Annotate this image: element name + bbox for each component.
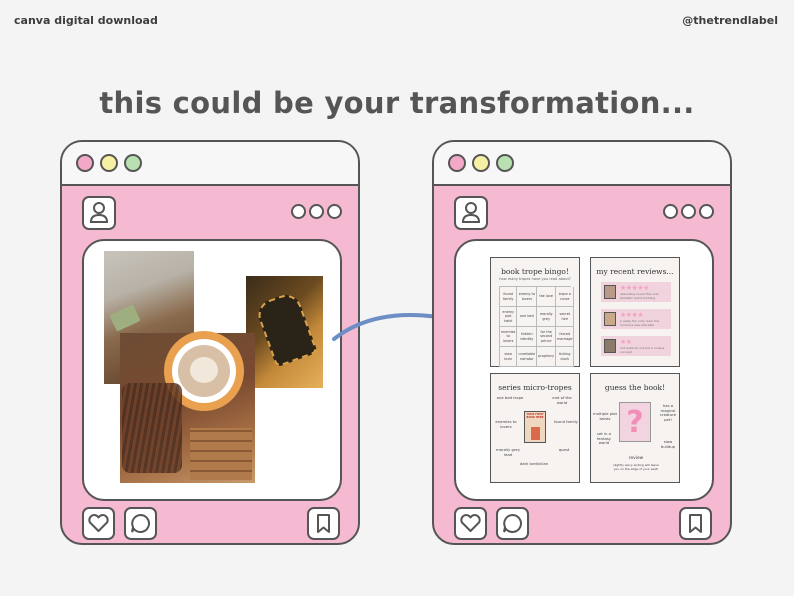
bingo-cell: for the second prince [537,327,557,347]
review-text: slightly spicy ending will leave you on … [613,463,659,471]
after-grid: book trope bingo! how many tropes have y… [454,239,714,501]
bingo-title: book trope bingo! [501,267,569,276]
window-dot-pink[interactable] [76,154,94,172]
question-mark-icon: ? [626,405,644,440]
bingo-cell: enemies to lovers [500,327,518,347]
star-rating: ★★★★ [620,311,644,319]
trope-label: end of the world [552,395,572,405]
bingo-cell: found family [500,287,518,307]
trope-label: found family [554,419,578,424]
bingo-cell: forced marriage [556,327,575,347]
heart-icon[interactable] [454,507,487,540]
more-dots-icon[interactable] [660,204,714,223]
bingo-cell: trope a curse [556,287,575,307]
bingo-cell: fae love [537,287,557,307]
more-dots-icon[interactable] [288,204,342,223]
bookmark-icon[interactable] [679,507,712,540]
trope-label: dark lord/villan [519,461,549,466]
bingo-cell: hidden identity [517,327,538,347]
comment-icon[interactable] [124,507,157,540]
after-window: book trope bingo! how many tropes have y… [432,140,732,545]
latte-crochet-photo [120,331,255,483]
micro-title: series micro-tropes [498,383,572,392]
bingo-subtitle: how many tropes have you read about? [499,277,571,281]
title-bar [62,142,358,186]
window-dot-yellow[interactable] [100,154,118,172]
handle-label: @thetrendlabel [682,14,778,27]
star-rating: ★★ [620,338,632,346]
reviews-card[interactable]: my recent reviews... ★★★★★ absolutely lo… [590,257,680,367]
bingo-cell: slow burn [500,347,518,367]
review-text: not quite for me but a unique concept [620,346,665,354]
book-cover-thumb [604,285,616,299]
micro-tropes-card[interactable]: series micro-tropes one bed trope end of… [490,373,580,483]
book-cover-thumb [604,339,616,353]
headline: this could be your transformation... [99,86,695,120]
book-title-text: YOUR FIRST BOOK HERE [526,413,544,419]
bingo-cell: secret heir [556,307,575,327]
reviews-title: my recent reviews... [596,267,674,276]
review-label: review [628,456,644,461]
boots-photo [246,276,323,388]
canva-download-label: canva digital download [14,14,158,27]
trope-label: morally grey lead [496,447,520,457]
clue-label: set in a fantasy world [596,431,612,446]
trope-label: enemies to lovers [495,419,517,429]
trope-label: quest [558,447,570,452]
bingo-cell: one bed [517,307,538,327]
user-icon[interactable] [82,196,116,230]
book-cover-placeholder: YOUR FIRST BOOK HERE [524,411,546,443]
heart-icon[interactable] [82,507,115,540]
window-dot-yellow[interactable] [472,154,490,172]
window-dot-green[interactable] [496,154,514,172]
review-item: ★★★★ a really fun cozy read, the romance… [601,309,671,329]
bingo-grid: found family enemy to lovers fae love tr… [499,286,575,367]
review-item: ★★ not quite for me but a unique concept [601,336,671,356]
clue-label: has a magical creature pet! [660,403,676,422]
before-window [60,140,360,545]
clue-label: slow buildup [660,439,676,449]
guess-title: guess the book! [604,383,666,392]
window-dot-green[interactable] [124,154,142,172]
bookmark-icon[interactable] [307,507,340,540]
bingo-card[interactable]: book trope bingo! how many tropes have y… [490,257,580,367]
comment-icon[interactable] [496,507,529,540]
mystery-book: ? [619,402,651,442]
bingo-cell: enemy plot twist [500,307,518,327]
star-rating: ★★★★★ [620,284,649,292]
bingo-cell: enemy to lovers [517,287,538,307]
review-item: ★★★★★ absolutely loved this one! fantast… [601,282,671,302]
before-collage [82,239,342,501]
guess-book-card[interactable]: guess the book! ? multiple plot twists h… [590,373,680,483]
title-bar [434,142,730,186]
window-dot-pink[interactable] [448,154,466,172]
trope-label: one bed trope [496,395,524,400]
review-text: a really fun cozy read, the romance was … [620,319,660,327]
bingo-cell: ticking clock [556,347,575,367]
bingo-cell: prophecy [537,347,557,367]
bingo-cell: unreliable narrator [517,347,538,367]
book-cover-thumb [604,312,616,326]
clue-label: multiple plot twists [593,411,617,421]
review-text: absolutely loved this one! fantastic wor… [620,292,659,300]
user-icon[interactable] [454,196,488,230]
bingo-cell: morally grey [537,307,557,327]
